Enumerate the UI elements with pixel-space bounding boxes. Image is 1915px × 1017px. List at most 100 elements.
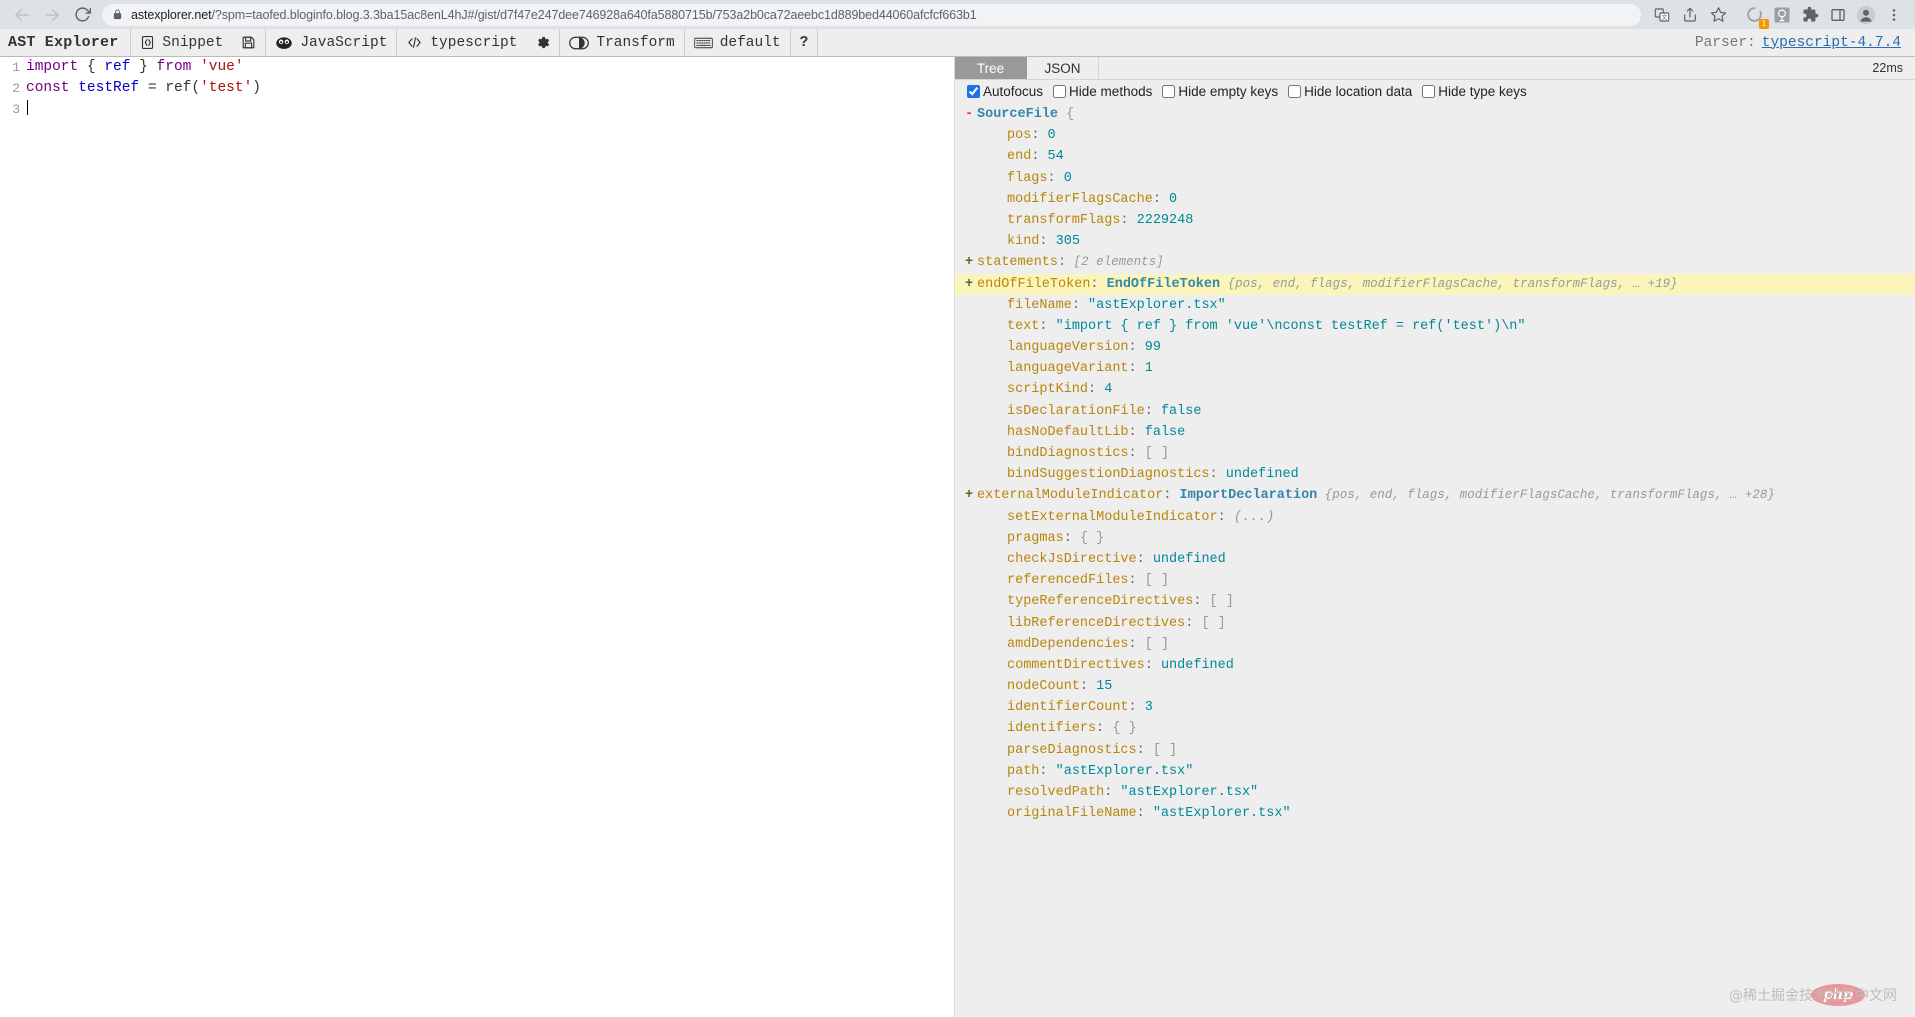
ast-node-row[interactable]: scriptKind: 4 [955,379,1915,400]
reload-button[interactable] [68,1,96,29]
ast-node-row[interactable]: modifierFlagsCache: 0 [955,189,1915,210]
ast-node-row[interactable]: setExternalModuleIndicator: (...) [955,507,1915,528]
expand-icon[interactable]: + [965,252,977,273]
node-key: modifierFlagsCache [1007,191,1153,207]
toolbar-label-transform: Transform [596,34,675,51]
expand-icon[interactable]: + [965,485,977,506]
share-icon[interactable] [1677,2,1703,28]
checkbox-label[interactable]: Hide location data [1304,84,1412,99]
ast-node-row[interactable]: typeReferenceDirectives: [ ] [955,591,1915,612]
ast-node-row[interactable]: + statements: [2 elements] [955,252,1915,273]
app-title: AST Explorer [8,34,119,51]
ast-node-row[interactable]: - SourceFile { [955,104,1915,125]
ast-node-row[interactable]: amdDependencies: [ ] [955,634,1915,655]
tab-tree[interactable]: Tree [955,57,1027,79]
ast-node-row[interactable]: kind: 305 [955,231,1915,252]
ast-node-row[interactable]: fileName: "astExplorer.tsx" [955,295,1915,316]
chrome-menu-icon[interactable] [1881,2,1907,28]
address-bar[interactable]: astexplorer.net/?spm=taofed.bloginfo.blo… [102,3,1641,26]
toolbar-label-typescript: typescript [430,34,518,51]
node-separator: : [1209,467,1218,483]
expand-icon[interactable]: + [965,274,977,295]
tree-option[interactable]: Hide empty keys [1162,84,1278,99]
ast-node-row[interactable]: languageVariant: 1 [955,358,1915,379]
watermark-suffix: 中文网 [1855,988,1897,1004]
toolbar-item-save[interactable] [232,29,265,56]
code-editor[interactable]: 1 import { ref } from 'vue' 2 const testRef… [0,57,955,1017]
node-separator: : [1136,806,1145,822]
ast-node-row[interactable]: originalFileName: "astExplorer.tsx" [955,803,1915,824]
profile-icon[interactable] [1853,2,1879,28]
checkbox-hide-location-data[interactable] [1288,84,1302,98]
ast-node-row[interactable]: bindSuggestionDiagnostics: undefined [955,464,1915,485]
node-value: 2229248 [1128,212,1194,228]
ast-node-row[interactable]: pos: 0 [955,125,1915,146]
ast-node-row[interactable]: bindDiagnostics: [ ] [955,443,1915,464]
back-button[interactable] [8,1,36,29]
ast-node-row[interactable]: + endOfFileToken: EndOfFileToken {pos, en… [955,273,1915,295]
toolbar-item-keymap[interactable]: default [683,29,790,56]
parser-version-link[interactable]: typescript-4.7.4 [1762,35,1901,51]
ast-node-row[interactable]: checkJsDirective: undefined [955,549,1915,570]
forward-button[interactable] [38,1,66,29]
side-panel-icon[interactable] [1825,2,1851,28]
ast-node-row[interactable]: identifierCount: 3 [955,697,1915,718]
ast-node-row[interactable]: + externalModuleIndicator: ImportDeclarat… [955,485,1915,506]
ast-tree[interactable]: - SourceFile { pos: 0 end: 54 flags: 0 mo… [955,102,1915,1017]
tree-option[interactable]: Hide location data [1288,84,1412,99]
node-value: 305 [1047,234,1080,250]
extensions-puzzle-icon[interactable] [1797,2,1823,28]
code-token: 'vue' [200,59,244,75]
ast-node-row[interactable]: libReferenceDirectives: [ ] [955,613,1915,634]
toolbar-item-transform[interactable]: Transform [559,29,683,56]
tab-json[interactable]: JSON [1027,57,1099,79]
ast-node-row[interactable]: parseDiagnostics: [ ] [955,740,1915,761]
translate-icon[interactable]: 文 [1649,2,1675,28]
avatar-extension-icon[interactable] [1769,2,1795,28]
ast-node-row[interactable]: end: 54 [955,146,1915,167]
toolbar-item-settings[interactable] [526,29,559,56]
toolbar-item-help[interactable]: ? [789,29,818,56]
ast-node-row[interactable]: path: "astExplorer.tsx" [955,761,1915,782]
arrow-right-icon [43,6,61,24]
checkbox-label[interactable]: Hide empty keys [1178,84,1278,99]
ast-node-row[interactable]: text: "import { ref } from 'vue'\nconst … [955,316,1915,337]
tree-option[interactable]: Hide methods [1053,84,1152,99]
checkbox-hide-methods[interactable] [1053,84,1067,98]
toolbar-item-snippet[interactable]: Snippet [130,29,232,56]
ast-node-row[interactable]: flags: 0 [955,168,1915,189]
checkbox-label[interactable]: Hide methods [1069,84,1152,99]
node-value: "astExplorer.tsx" [1047,763,1194,779]
toolbar-spacer [817,29,1695,56]
ast-node-row[interactable]: resolvedPath: "astExplorer.tsx" [955,782,1915,803]
ast-node-row[interactable]: isDeclarationFile: false [955,401,1915,422]
ast-node-row[interactable]: hasNoDefaultLib: false [955,422,1915,443]
bookmark-star-icon[interactable] [1705,2,1731,28]
ast-node-row[interactable]: commentDirectives: undefined [955,655,1915,676]
checkbox-hide-empty-keys[interactable] [1162,84,1176,98]
node-key: hasNoDefaultLib [1007,424,1129,440]
collapse-icon[interactable]: - [965,104,977,125]
node-value: (...) [1225,509,1275,525]
ast-node-row[interactable]: referencedFiles: [ ] [955,570,1915,591]
toolbar-item-javascript[interactable]: JavaScript [265,29,396,56]
toolbar-item-typescript[interactable]: typescript [396,29,526,56]
node-value: { } [1104,721,1137,737]
node-value: 99 [1136,340,1161,356]
checkbox-hide-type-keys[interactable] [1422,84,1436,98]
tree-option[interactable]: Hide type keys [1422,84,1527,99]
ast-node-row[interactable]: identifiers: { } [955,718,1915,739]
node-value: undefined [1152,657,1234,673]
node-key: pos [1007,128,1032,144]
ast-node-row[interactable]: nodeCount: 15 [955,676,1915,697]
ast-node-row[interactable]: languageVersion: 99 [955,337,1915,358]
tree-option[interactable]: Autofocus [967,84,1043,99]
checkbox-autofocus[interactable] [967,84,980,98]
javascript-icon [275,35,293,50]
checkbox-label[interactable]: Autofocus [983,84,1043,99]
ast-node-row[interactable]: transformFlags: 2229248 [955,210,1915,231]
ast-node-row[interactable]: pragmas: { } [955,528,1915,549]
checkbox-label[interactable]: Hide type keys [1438,84,1527,99]
extension-loading-icon[interactable]: 1 [1741,2,1769,29]
